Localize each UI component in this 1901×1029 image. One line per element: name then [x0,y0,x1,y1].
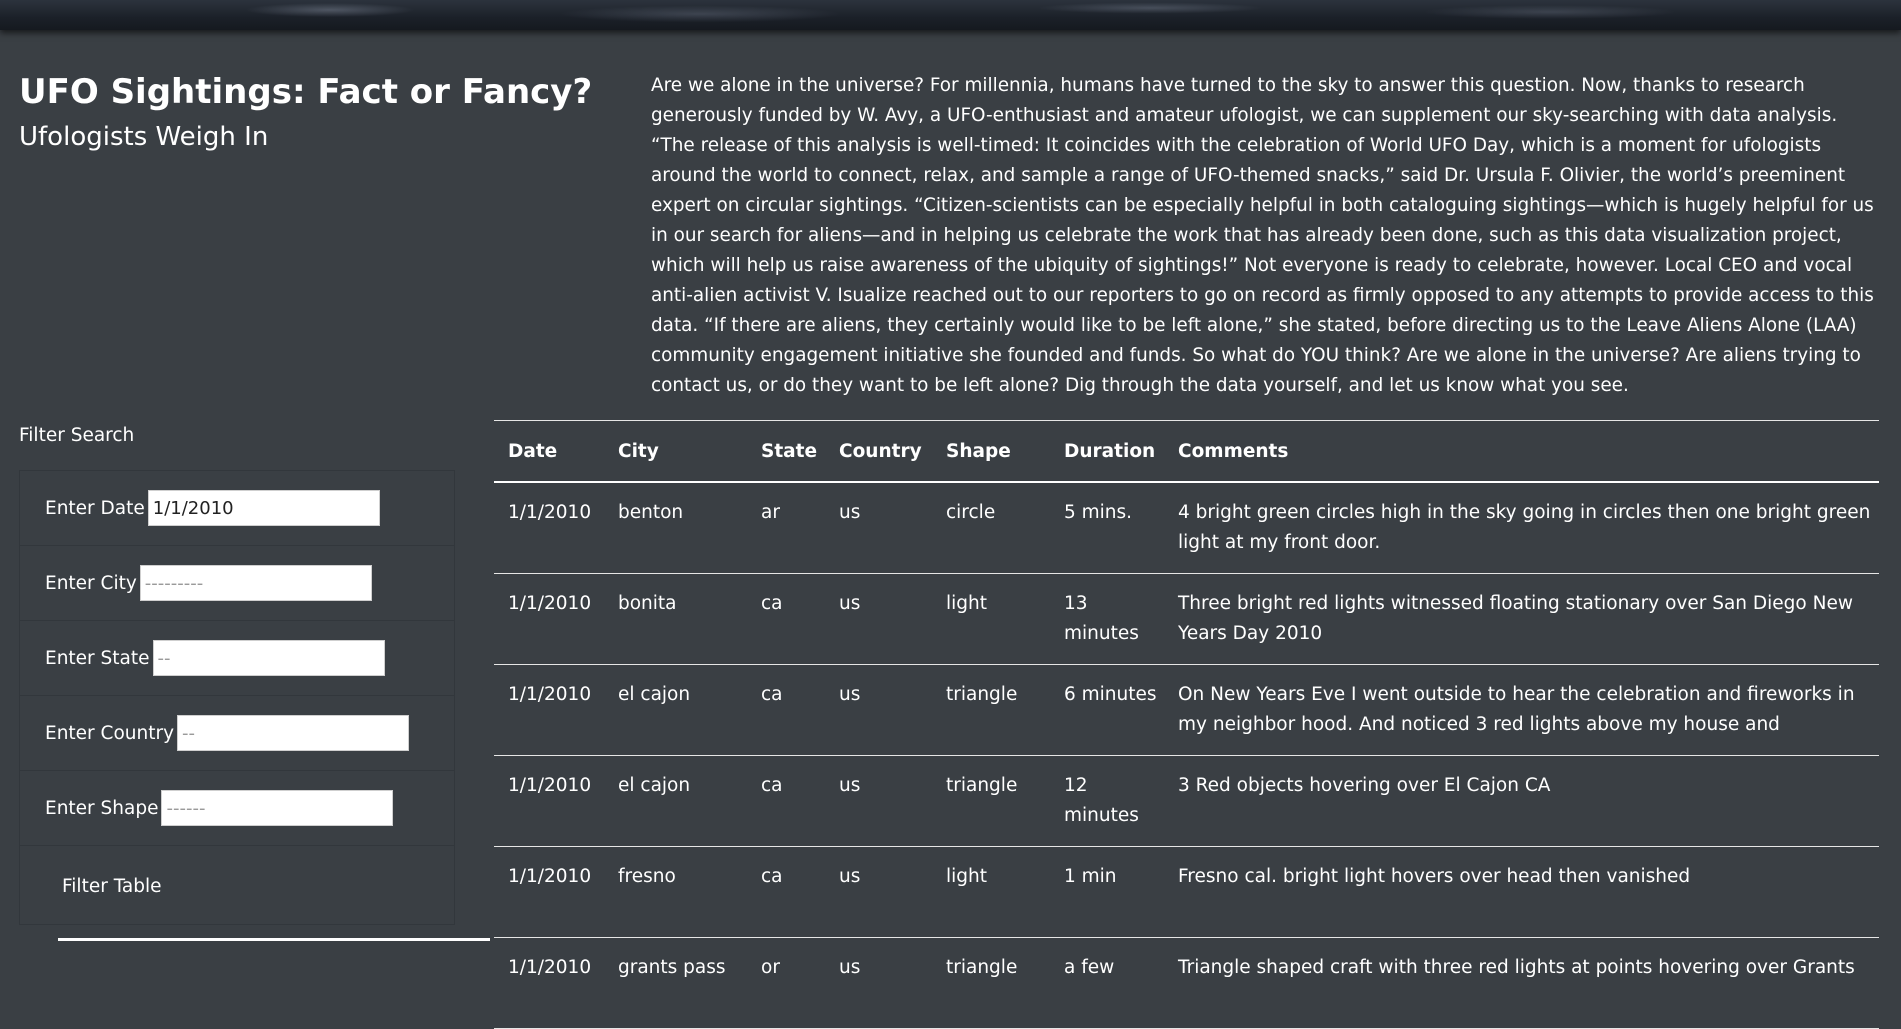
cell-shape: circle [932,482,1050,574]
cell-country: us [825,573,932,665]
cell-country: us [825,937,932,1029]
table-row: 1/1/2010 bonita ca us light 13 minutes T… [494,573,1879,665]
cell-comments: 3 Red objects hovering over El Cajon CA [1164,755,1879,847]
cell-country: us [825,755,932,847]
cell-duration: 6 minutes [1050,664,1164,756]
city-label: Enter City [45,572,137,594]
cell-comments: Triangle shaped craft with three red lig… [1164,937,1879,1029]
cell-city: el cajon [604,664,747,756]
filter-table-button[interactable]: Filter Table [20,846,454,926]
cell-state: ca [747,846,825,938]
cell-city: fresno [604,846,747,938]
country-label: Enter Country [45,722,175,744]
table-row: 1/1/2010 el cajon ca us triangle 6 minut… [494,664,1879,756]
cell-date: 1/1/2010 [494,482,604,574]
filter-item-date: Enter Date [20,471,454,546]
page-title: UFO Sightings: Fact or Fancy? [19,72,593,112]
shape-label: Enter Shape [45,797,159,819]
column-header-country[interactable]: Country [825,421,932,483]
country-input[interactable] [177,715,410,751]
filter-item-city: Enter City [20,546,454,621]
ufo-table: Date City State Country Shape Duration C… [494,421,1879,1029]
cell-shape: light [932,846,1050,938]
page-subtitle: Ufologists Weigh In [19,122,269,152]
state-input[interactable] [152,640,385,676]
cell-date: 1/1/2010 [494,664,604,756]
cell-state: ca [747,664,825,756]
hero-banner-image [0,0,1901,30]
cell-city: bonita [604,573,747,665]
filter-item-shape: Enter Shape [20,771,454,846]
shape-input[interactable] [161,790,394,826]
cell-comments: Fresno cal. bright light hovers over hea… [1164,846,1879,938]
city-input[interactable] [139,565,372,601]
table-row: 1/1/2010 el cajon ca us triangle 12 minu… [494,755,1879,847]
cell-city: el cajon [604,755,747,847]
column-header-comments[interactable]: Comments [1164,421,1879,483]
column-header-shape[interactable]: Shape [932,421,1050,483]
cell-city: grants pass [604,937,747,1029]
column-header-city[interactable]: City [604,421,747,483]
cell-duration: 12 minutes [1050,755,1164,847]
cell-state: ca [747,755,825,847]
cell-state: ar [747,482,825,574]
filter-item-country: Enter Country [20,696,454,771]
table-row: 1/1/2010 benton ar us circle 5 mins. 4 b… [494,482,1879,574]
ufo-table-container: Date City State Country Shape Duration C… [494,420,1879,1029]
cell-country: us [825,664,932,756]
filter-heading: Filter Search [19,425,135,446]
cell-duration: a few [1050,937,1164,1029]
cell-date: 1/1/2010 [494,755,604,847]
date-label: Enter Date [45,497,145,519]
cell-shape: triangle [932,664,1050,756]
cell-shape: triangle [932,937,1050,1029]
cell-duration: 5 mins. [1050,482,1164,574]
cell-state: ca [747,573,825,665]
button-underline [58,938,490,941]
intro-paragraph: Are we alone in the universe? For millen… [651,75,1874,396]
state-label: Enter State [45,647,150,669]
filter-item-state: Enter State [20,621,454,696]
cell-shape: light [932,573,1050,665]
date-input[interactable] [147,490,380,526]
cell-comments: 4 bright green circles high in the sky g… [1164,482,1879,574]
table-row: 1/1/2010 fresno ca us light 1 min Fresno… [494,846,1879,938]
filter-panel: Enter Date Enter City Enter State Enter … [19,470,455,925]
cell-date: 1/1/2010 [494,573,604,665]
table-header-row: Date City State Country Shape Duration C… [494,421,1879,483]
column-header-duration[interactable]: Duration [1050,421,1164,483]
cell-comments: Three bright red lights witnessed floati… [1164,573,1879,665]
cell-shape: triangle [932,755,1050,847]
cell-date: 1/1/2010 [494,846,604,938]
cell-city: benton [604,482,747,574]
table-row: 1/1/2010 grants pass or us triangle a fe… [494,937,1879,1029]
cell-country: us [825,482,932,574]
cell-state: or [747,937,825,1029]
column-header-date[interactable]: Date [494,421,604,483]
cell-comments: On New Years Eve I went outside to hear … [1164,664,1879,756]
column-header-state[interactable]: State [747,421,825,483]
cell-duration: 13 minutes [1050,573,1164,665]
cell-duration: 1 min [1050,846,1164,938]
cell-date: 1/1/2010 [494,937,604,1029]
cell-country: us [825,846,932,938]
